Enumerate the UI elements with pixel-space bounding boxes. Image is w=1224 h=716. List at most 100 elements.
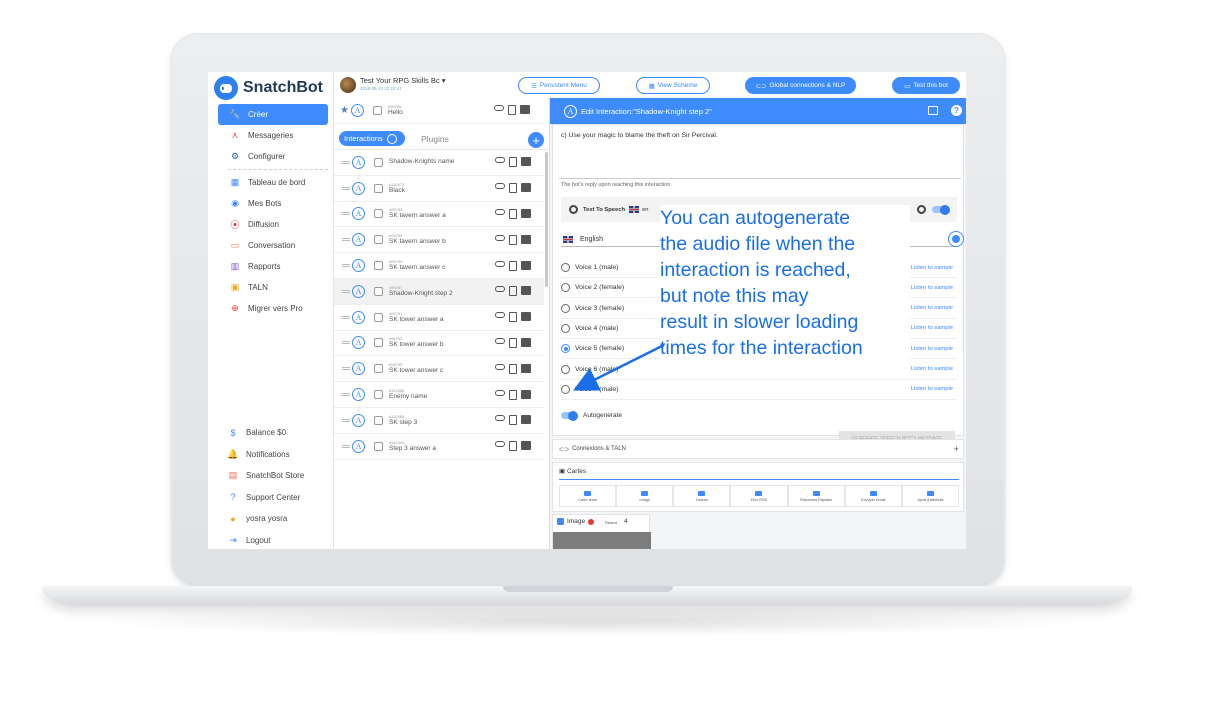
link-icon[interactable] bbox=[495, 208, 505, 215]
link-icon[interactable] bbox=[495, 415, 505, 422]
copy-icon[interactable] bbox=[509, 389, 517, 400]
delete-icon[interactable] bbox=[588, 518, 595, 525]
row-checkbox[interactable] bbox=[374, 183, 383, 193]
link-icon[interactable] bbox=[495, 234, 505, 241]
view-scheme-button[interactable]: ▦ View Scheme bbox=[636, 77, 710, 94]
link-icon[interactable] bbox=[495, 286, 505, 293]
message-icon[interactable] bbox=[521, 363, 531, 373]
globe-icon[interactable] bbox=[948, 231, 964, 247]
message-icon[interactable] bbox=[521, 441, 531, 451]
star-icon[interactable]: ★ bbox=[340, 105, 349, 116]
interaction-row-first[interactable]: ★ A #95796 Hello bbox=[334, 98, 544, 124]
add-interaction-button[interactable]: + bbox=[528, 132, 544, 148]
tab-plugins[interactable]: Plugins bbox=[421, 134, 449, 144]
drag-handle-icon[interactable] bbox=[342, 289, 350, 293]
row-checkbox[interactable] bbox=[374, 157, 383, 167]
sidebar-item-tableau-de-bord[interactable]: ▦ Tableau de bord bbox=[218, 172, 328, 193]
copy-icon[interactable] bbox=[509, 208, 517, 219]
copy-icon[interactable] bbox=[509, 363, 517, 374]
sidebar-item-rapports[interactable]: ▥ Rapports bbox=[218, 256, 328, 277]
link-icon[interactable] bbox=[495, 183, 505, 190]
sidebar-item-configurer[interactable]: ⚙ Configurer bbox=[218, 146, 328, 167]
link-icon[interactable] bbox=[495, 363, 505, 370]
link-icon[interactable] bbox=[493, 105, 504, 112]
message-icon[interactable] bbox=[521, 183, 531, 193]
list-scrollbar[interactable] bbox=[545, 152, 548, 287]
listen-to-sample-link[interactable]: Listen to sample bbox=[911, 285, 953, 291]
link-icon[interactable] bbox=[495, 157, 505, 164]
drag-handle-icon[interactable] bbox=[342, 444, 350, 448]
sidebar-item-taln[interactable]: ▣ TALN bbox=[218, 277, 328, 298]
message-icon[interactable] bbox=[521, 337, 531, 347]
sidebar-item-notifications[interactable]: 🔔 Notifications bbox=[218, 444, 328, 466]
global-connections-button[interactable]: ⊂⊃ Global connections & NLP bbox=[745, 77, 856, 94]
drag-handle-icon[interactable] bbox=[342, 212, 350, 216]
sidebar-item-mes-bots[interactable]: ◉ Mes Bots bbox=[218, 193, 328, 214]
message-icon[interactable] bbox=[521, 286, 531, 296]
message-text[interactable]: c) Use your magic to blame the theft on … bbox=[561, 132, 718, 139]
copy-icon[interactable] bbox=[509, 157, 517, 168]
voice-option[interactable]: Voice 6 (male) Listen to sample bbox=[561, 360, 957, 380]
card-tab-flux-rss[interactable]: Flux RSS bbox=[730, 485, 788, 507]
row-checkbox[interactable] bbox=[374, 261, 383, 271]
voice-radio[interactable] bbox=[561, 323, 570, 333]
message-icon[interactable] bbox=[521, 234, 531, 244]
copy-icon[interactable] bbox=[509, 183, 517, 194]
sidebar-item-conversation[interactable]: ▭ Conversation bbox=[218, 235, 328, 256]
tts-settings-gear-icon[interactable] bbox=[917, 205, 926, 214]
drag-handle-icon[interactable] bbox=[342, 186, 350, 190]
message-icon[interactable] bbox=[521, 312, 531, 322]
listen-to-sample-link[interactable]: Listen to sample bbox=[911, 386, 953, 392]
interaction-row[interactable]: A #95792 SK tower answer b bbox=[334, 331, 544, 357]
copy-icon[interactable] bbox=[509, 337, 517, 348]
help-icon[interactable]: ? bbox=[951, 105, 962, 116]
voice-radio[interactable] bbox=[561, 263, 570, 272]
voice-radio[interactable] bbox=[561, 303, 570, 313]
copy-icon[interactable] bbox=[509, 441, 517, 452]
row-checkbox[interactable] bbox=[374, 235, 383, 245]
row-checkbox[interactable] bbox=[374, 364, 383, 374]
sidebar-item-yosra-yosra[interactable]: ● yosra yosra bbox=[218, 508, 328, 530]
bot-selector[interactable]: Test Your RPG Skills Bc ▾ 2018-08-13 22:… bbox=[340, 77, 445, 93]
interaction-row[interactable]: A #112085 SK step 3 bbox=[334, 408, 544, 434]
copy-icon[interactable] bbox=[507, 105, 516, 116]
row-checkbox[interactable] bbox=[374, 312, 383, 322]
interaction-row[interactable]: A Shadow-Knights name bbox=[334, 150, 544, 176]
drag-handle-icon[interactable] bbox=[342, 393, 350, 397]
interaction-row[interactable]: A #112443 Step 3 answer a bbox=[334, 434, 544, 460]
message-icon[interactable] bbox=[521, 157, 531, 167]
interaction-row[interactable]: A #95787 Shadow-Knight step 2 bbox=[334, 279, 544, 305]
sidebar-item-support-center[interactable]: ? Support Center bbox=[218, 487, 328, 509]
message-icon[interactable] bbox=[521, 260, 531, 270]
row-checkbox[interactable] bbox=[374, 338, 383, 348]
test-bot-button[interactable]: ▭ Test this bot bbox=[892, 77, 960, 94]
card-tab-ajout-d-attributs[interactable]: Ajout d'attributs bbox=[901, 485, 959, 507]
interaction-row[interactable]: A #95790 SK tavern answer c bbox=[334, 253, 544, 279]
persistent-menu-button[interactable]: ☰ Persistent Menu bbox=[518, 77, 600, 94]
interaction-row[interactable]: A #112086 Enemy name bbox=[334, 382, 544, 408]
voice-radio[interactable] bbox=[561, 283, 570, 293]
row-checkbox[interactable] bbox=[374, 441, 383, 451]
voice-option[interactable]: Voice 7 (male) Listen to sample bbox=[561, 380, 957, 400]
link-icon[interactable] bbox=[495, 312, 505, 319]
interaction-row[interactable]: A #95789 SK tavern answer b bbox=[334, 227, 544, 254]
window-icon[interactable] bbox=[928, 106, 938, 115]
link-icon[interactable] bbox=[495, 389, 505, 396]
interaction-row[interactable]: A #116473 Black bbox=[334, 176, 544, 202]
autogenerate-toggle-row[interactable]: Autogenerate bbox=[561, 410, 622, 421]
listen-to-sample-link[interactable]: Listen to sample bbox=[911, 305, 953, 311]
sidebar-item-logout[interactable]: ⇥ Logout bbox=[218, 530, 328, 550]
voice-radio[interactable] bbox=[561, 364, 570, 374]
voice-radio[interactable] bbox=[561, 384, 570, 394]
link-icon[interactable] bbox=[495, 260, 505, 267]
retard-value[interactable]: 4 bbox=[624, 518, 628, 525]
sidebar-item-migrer-vers-pro[interactable]: ⊕ Migrer vers Pro bbox=[218, 298, 328, 319]
row-checkbox[interactable] bbox=[374, 209, 383, 219]
drag-handle-icon[interactable] bbox=[342, 367, 350, 371]
voice-radio[interactable] bbox=[561, 344, 570, 354]
drag-handle-icon[interactable] bbox=[342, 160, 350, 164]
expand-plus-icon[interactable]: + bbox=[954, 444, 959, 454]
interaction-row[interactable]: A #95791 SK tower answer a bbox=[334, 305, 544, 331]
message-icon[interactable] bbox=[519, 105, 530, 115]
listen-to-sample-link[interactable]: Listen to sample bbox=[911, 325, 953, 331]
